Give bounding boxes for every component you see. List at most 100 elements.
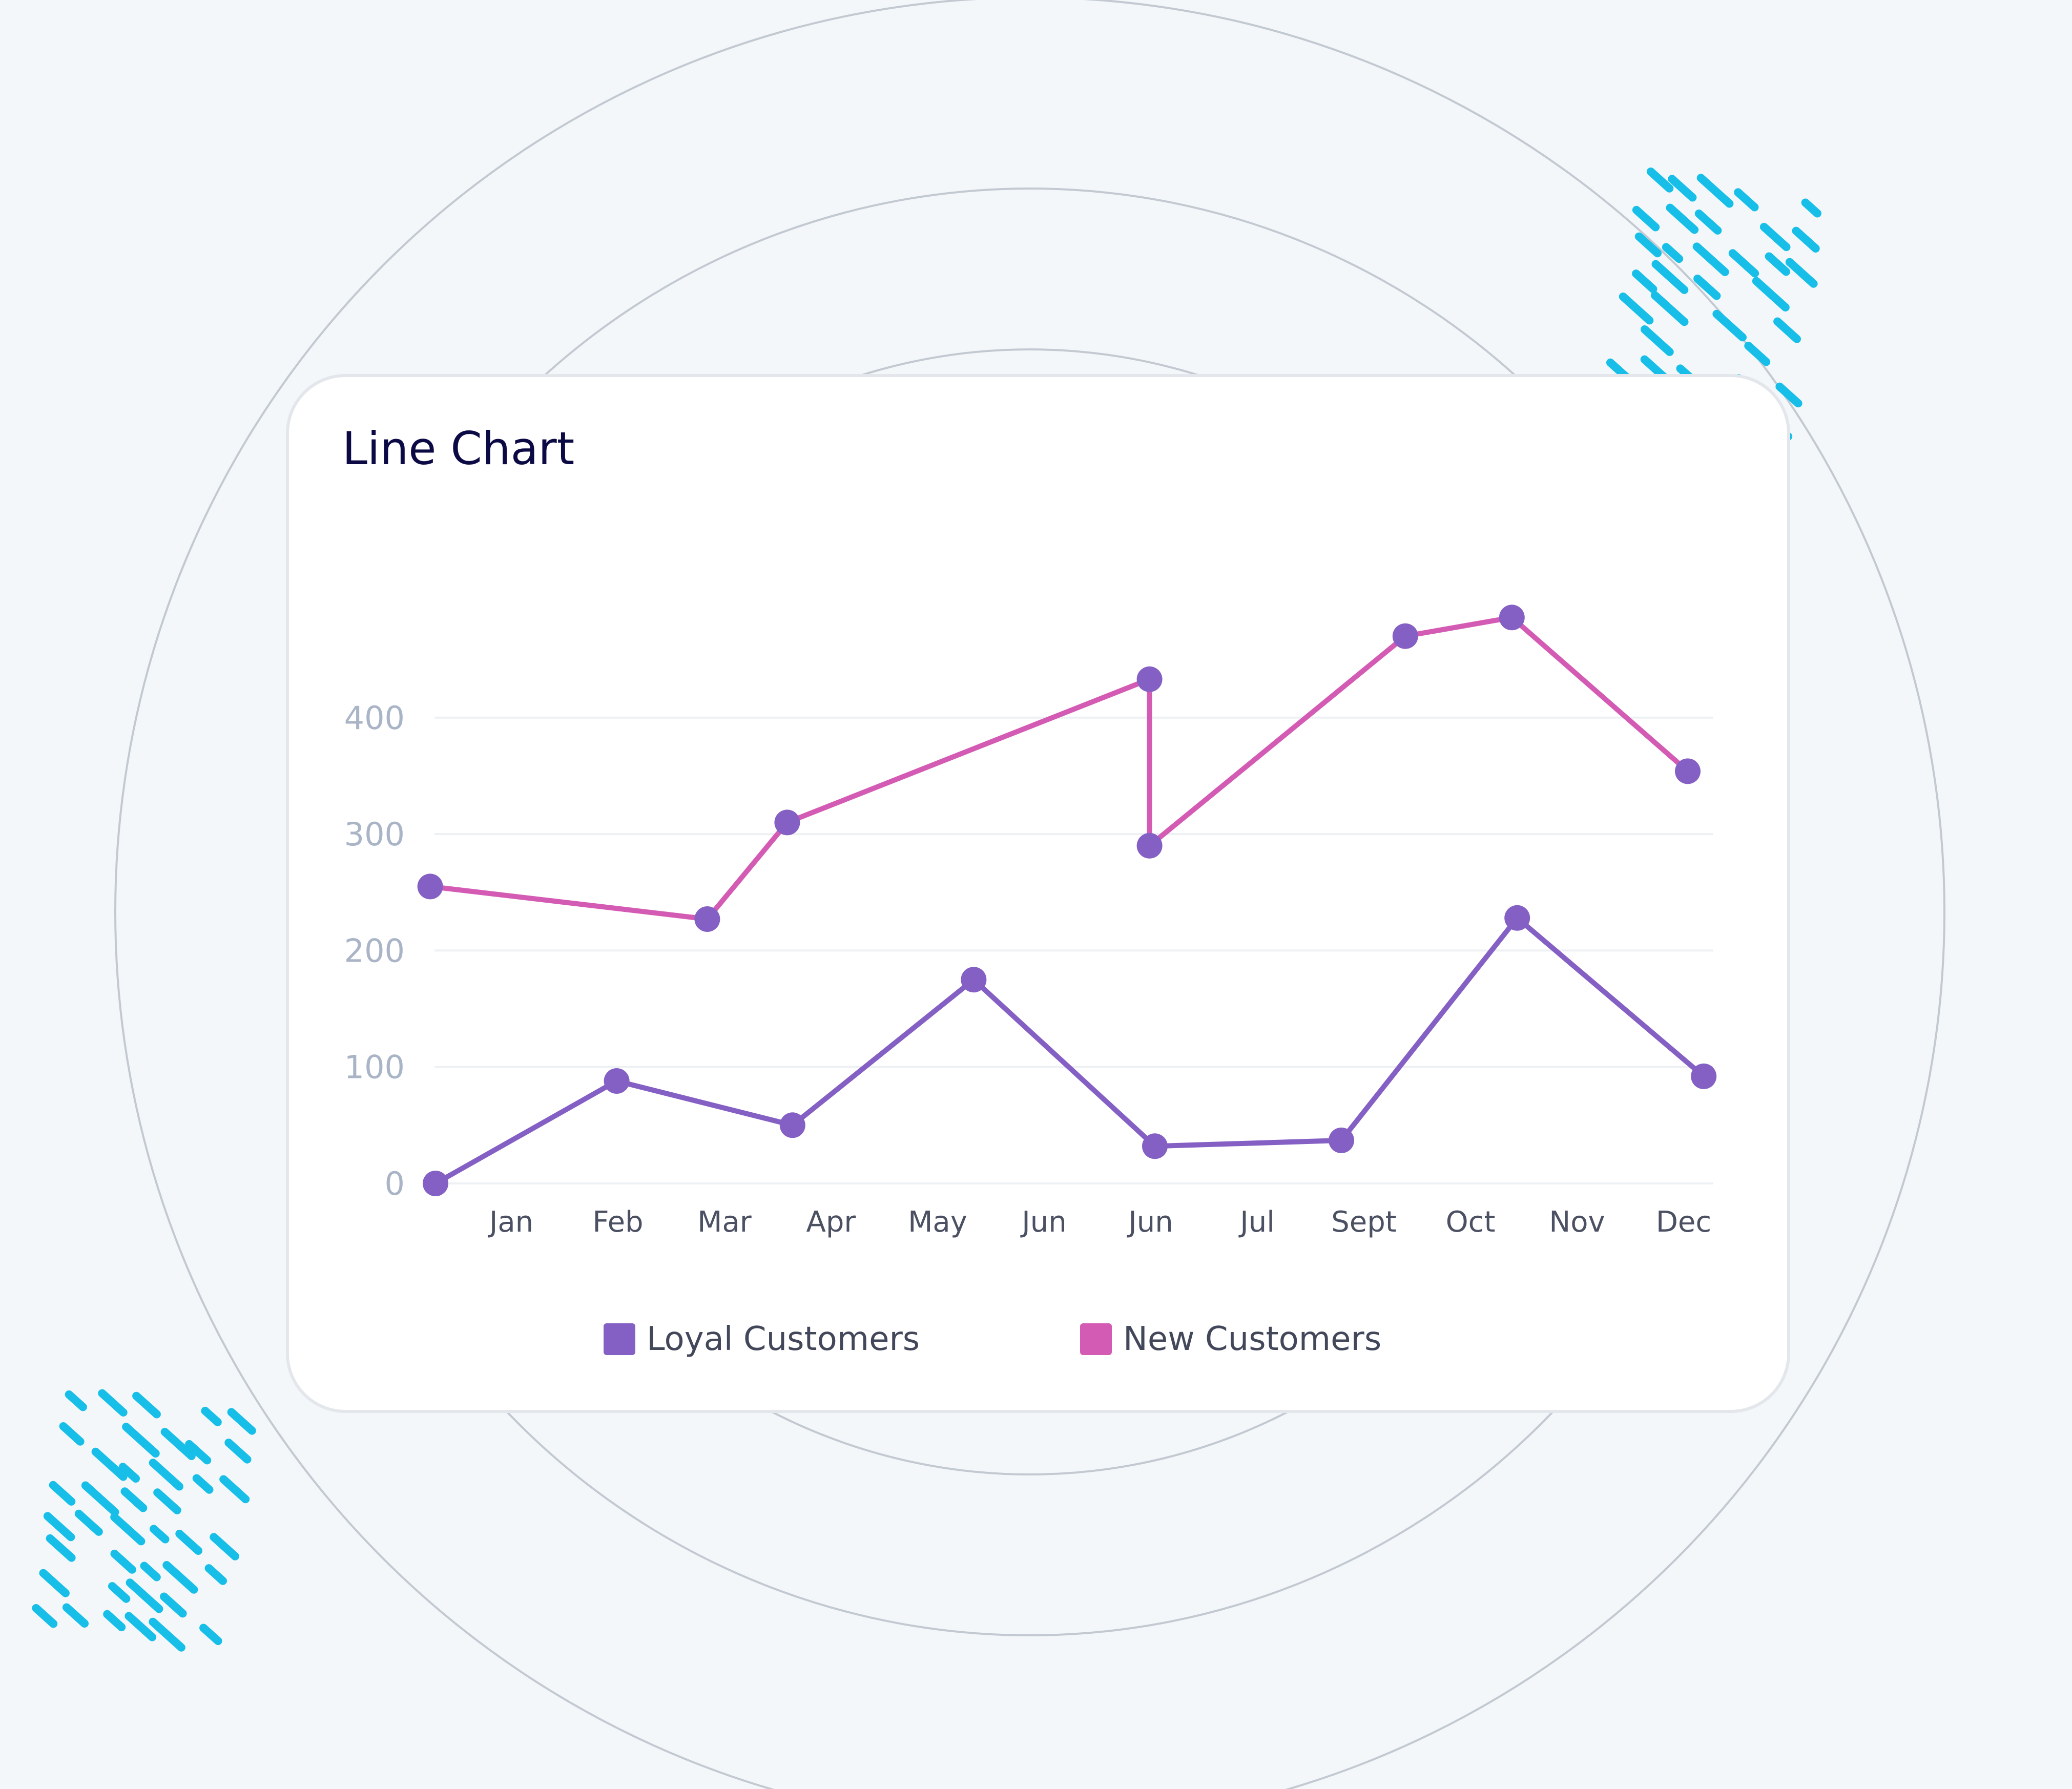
data-point[interactable] xyxy=(1675,758,1701,784)
decorative-dash xyxy=(120,1487,148,1512)
y-tick-label: 0 xyxy=(385,1165,405,1202)
decorative-dash xyxy=(39,1569,70,1597)
decorative-dash xyxy=(150,1525,170,1544)
decorative-dash xyxy=(201,1406,222,1426)
y-tick-label: 100 xyxy=(344,1049,405,1086)
decorative-dash xyxy=(204,1564,227,1585)
decorative-dash xyxy=(199,1624,222,1646)
data-point[interactable] xyxy=(774,809,800,836)
legend-swatch-new-customers xyxy=(1080,1323,1112,1355)
decorative-dash xyxy=(224,1439,252,1464)
x-tick-label: May xyxy=(908,1205,967,1239)
decorative-dash xyxy=(160,1592,187,1618)
data-point[interactable] xyxy=(604,1068,630,1094)
decorative-dash xyxy=(1728,249,1759,278)
y-tick-label: 200 xyxy=(344,932,405,969)
data-point[interactable] xyxy=(1691,1063,1717,1089)
decorative-dash xyxy=(1759,223,1791,252)
decorative-dash xyxy=(46,1534,76,1562)
legend-label-new-customers: New Customers xyxy=(1123,1320,1382,1358)
x-tick-label: Jul xyxy=(1238,1205,1275,1239)
x-tick-label: Dec xyxy=(1656,1205,1711,1239)
decorative-dash xyxy=(1694,210,1722,235)
x-tick-label: Jun xyxy=(1020,1205,1067,1239)
legend-item-new-customers: New Customers xyxy=(1080,1319,1381,1360)
x-tick-label: Apr xyxy=(806,1205,857,1239)
decorative-dash xyxy=(140,1562,161,1582)
x-tick-label: Mar xyxy=(697,1205,752,1239)
data-point[interactable] xyxy=(694,906,720,932)
x-tick-label: Oct xyxy=(1446,1205,1496,1239)
decorative-dash xyxy=(153,1488,181,1514)
data-point[interactable] xyxy=(961,967,987,993)
x-tick-label: Feb xyxy=(592,1205,643,1239)
data-point[interactable] xyxy=(1504,905,1530,931)
decorative-dash xyxy=(1693,275,1721,300)
decorative-dash xyxy=(98,1389,128,1417)
chart-card: Line Chart 0 100 200 300 400 Jan Feb Mar Apr May… xyxy=(286,374,1790,1413)
y-axis-ticks: 0 100 200 300 400 xyxy=(344,699,405,1202)
legend-label-loyal-customers: Loyal Customers xyxy=(647,1320,920,1358)
decorative-dash xyxy=(227,1408,256,1435)
y-tick-label: 300 xyxy=(344,816,405,853)
dash-pattern-bottom-left xyxy=(32,1389,256,1652)
decorative-dash xyxy=(1785,258,1818,288)
decorative-dash xyxy=(125,1612,157,1641)
decorative-dash xyxy=(65,1390,87,1411)
decorative-dash xyxy=(1641,325,1674,356)
decorative-dash xyxy=(1773,317,1801,343)
decorative-dash xyxy=(219,1475,250,1504)
series-new-customers xyxy=(417,605,1701,932)
data-point[interactable] xyxy=(1329,1127,1354,1153)
decorative-dash xyxy=(162,1561,198,1594)
decorative-dash xyxy=(74,1509,103,1536)
decorative-dash xyxy=(81,1481,119,1516)
y-tick-label: 400 xyxy=(344,699,405,737)
decorative-dash xyxy=(1792,226,1820,253)
data-point[interactable] xyxy=(1499,605,1525,631)
line-chart: 0 100 200 300 400 Jan Feb Mar Apr May Jun Jun Jul Se… xyxy=(344,605,1717,1239)
data-point[interactable] xyxy=(1392,623,1418,649)
decorative-dash xyxy=(62,1603,89,1628)
decorative-dash xyxy=(1801,198,1821,218)
x-tick-label: Jun xyxy=(1127,1205,1173,1239)
decorative-dash xyxy=(1692,242,1729,276)
decorative-dash xyxy=(32,1604,58,1628)
decorative-dash xyxy=(149,1617,185,1652)
data-point[interactable] xyxy=(423,1171,448,1196)
decorative-dash xyxy=(43,1512,75,1542)
x-tick-label: Nov xyxy=(1549,1205,1605,1239)
legend-item-loyal-customers: Loyal Customers xyxy=(604,1319,920,1360)
decorative-dash xyxy=(110,1549,136,1574)
decorative-dash xyxy=(1666,203,1699,234)
decorative-dash xyxy=(1765,252,1790,276)
data-point[interactable] xyxy=(1142,1133,1168,1159)
decorative-dash xyxy=(1651,291,1689,326)
legend-swatch-loyal-customers xyxy=(604,1323,635,1355)
x-tick-label: Jan xyxy=(488,1205,533,1239)
decorative-dash xyxy=(110,1513,146,1546)
data-point[interactable] xyxy=(1136,833,1163,859)
decorative-dash xyxy=(59,1422,85,1446)
grid-lines xyxy=(434,716,1713,1184)
series-loyal-customers xyxy=(423,905,1717,1196)
data-point[interactable] xyxy=(779,1112,805,1138)
x-axis-ticks: Jan Feb Mar Apr May Jun Jun Jul Sept Oct Nov Dec xyxy=(488,1205,1711,1239)
decorative-dash xyxy=(49,1481,76,1506)
series-line xyxy=(433,915,1707,1186)
decorative-dash xyxy=(108,1582,131,1603)
decorative-dash xyxy=(132,1391,161,1419)
decorative-dash xyxy=(1632,205,1660,232)
decorative-dash xyxy=(1668,175,1697,202)
decorative-dash xyxy=(126,1578,163,1613)
decorative-dash xyxy=(1619,293,1654,325)
decorative-dash xyxy=(1646,168,1674,193)
data-point[interactable] xyxy=(1136,666,1163,692)
decorative-dash xyxy=(1734,188,1759,212)
decorative-dash xyxy=(91,1447,128,1481)
series xyxy=(417,605,1717,1196)
data-point[interactable] xyxy=(417,873,443,900)
decorative-dash xyxy=(192,1474,214,1494)
series-line xyxy=(427,615,1690,922)
decorative-dash xyxy=(1696,174,1734,208)
